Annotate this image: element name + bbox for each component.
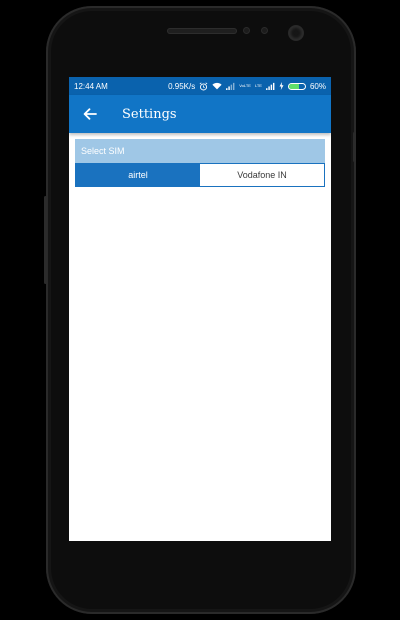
sim1-network-label: VoLTE (239, 83, 251, 88)
battery-percent: 60% (309, 81, 326, 91)
signal-icon (266, 82, 275, 90)
page-title: Settings (122, 106, 177, 122)
settings-content: Select SIM airtel Vodafone IN (69, 133, 331, 187)
charging-icon (279, 82, 284, 90)
sim-option-vodafone[interactable]: Vodafone IN (200, 164, 324, 186)
light-sensor (262, 28, 267, 33)
proximity-sensor (244, 28, 249, 33)
app-toolbar: Settings (69, 95, 331, 133)
network-speed: 0.95K/s (168, 81, 196, 91)
status-bar: 12:44 AM 0.95K/s VoLTE LTE 60% (69, 77, 331, 95)
volume-button (44, 196, 47, 284)
sim-option-airtel[interactable]: airtel (76, 164, 200, 186)
earpiece-speaker (167, 28, 237, 34)
signal-icon (226, 82, 235, 90)
status-time: 12:44 AM (74, 81, 108, 91)
arrow-left-icon (83, 108, 97, 120)
back-button[interactable] (69, 95, 111, 133)
front-camera (290, 27, 302, 39)
sim2-network-label: LTE (254, 83, 262, 88)
battery-icon (287, 82, 306, 90)
select-sim-header: Select SIM (75, 139, 325, 163)
power-button (353, 132, 356, 162)
wifi-icon (212, 82, 222, 90)
alarm-icon (199, 81, 208, 91)
screen: 12:44 AM 0.95K/s VoLTE LTE 60% Settings … (69, 77, 331, 541)
sim-selector: airtel Vodafone IN (75, 163, 325, 187)
